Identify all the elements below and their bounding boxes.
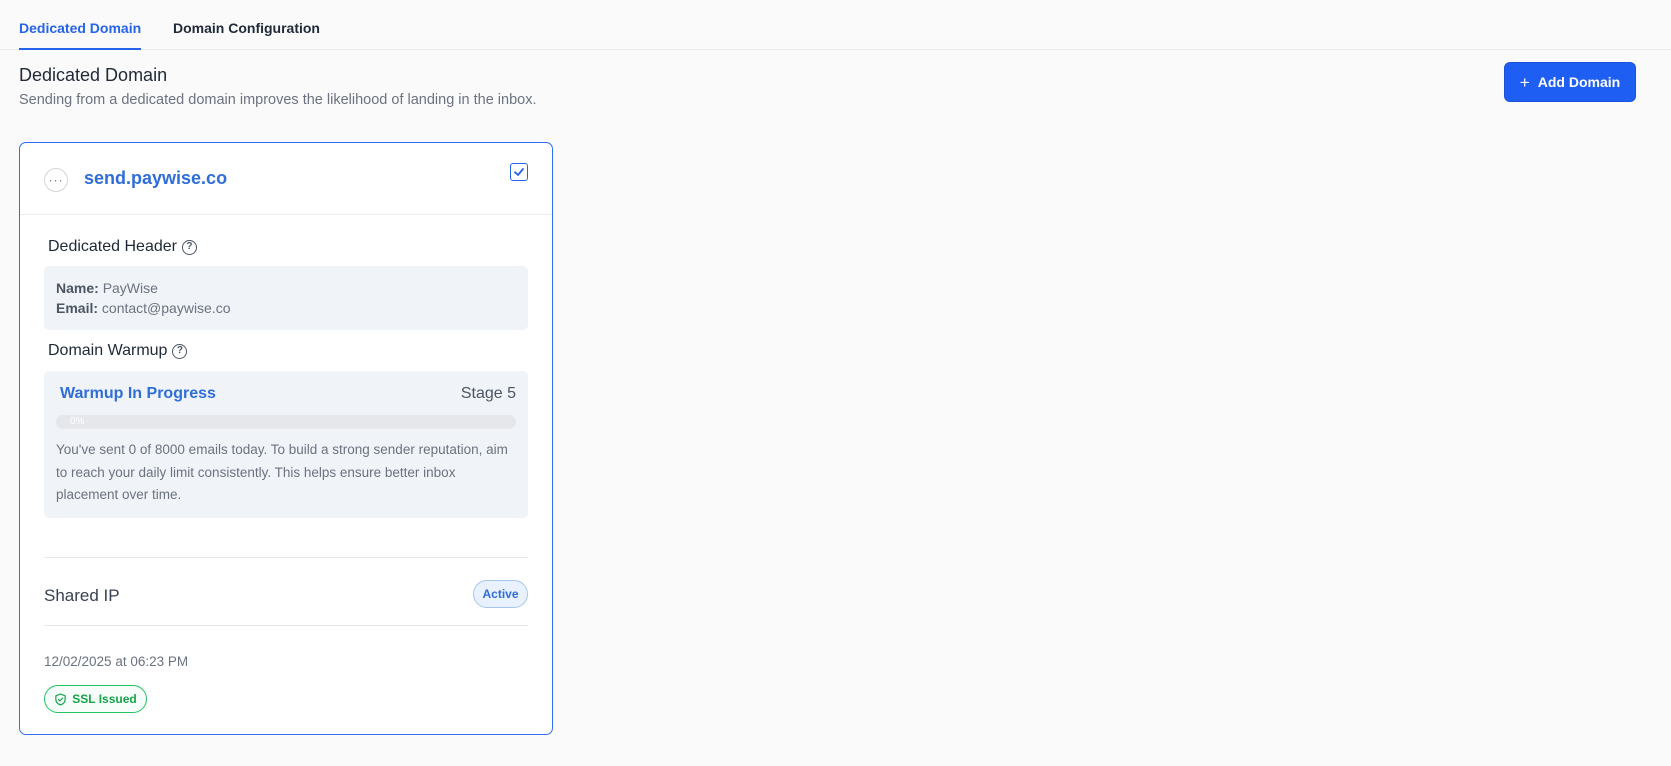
warmup-progress-bar: 0% xyxy=(56,415,516,429)
dedicated-header-heading: Dedicated Header ? xyxy=(48,238,197,256)
sender-name-row: Name: PayWise xyxy=(56,278,516,298)
plus-icon: + xyxy=(1519,72,1530,92)
help-icon[interactable]: ? xyxy=(181,239,197,255)
status-badge: Active xyxy=(473,580,528,608)
tab-bar: Dedicated Domain Domain Configuration xyxy=(0,0,1671,50)
sender-email-label: Email: xyxy=(56,300,99,316)
domain-warmup-heading: Domain Warmup ? xyxy=(48,342,188,360)
warmup-stage: Stage 5 xyxy=(460,385,516,402)
sender-name-value: PayWise xyxy=(102,280,158,296)
ip-type: Shared IP xyxy=(44,586,120,605)
domain-card-header: ··· send.paywise.co xyxy=(20,143,552,215)
add-domain-button[interactable]: + Add Domain xyxy=(1504,62,1636,102)
warmup-status: Warmup In Progress xyxy=(60,385,216,402)
sender-email-value: contact@paywise.co xyxy=(101,300,231,316)
dedicated-header-box: Name: PayWise Email: contact@paywise.co xyxy=(44,266,528,330)
page-title: Dedicated Domain xyxy=(19,65,168,85)
dedicated-header-label: Dedicated Header xyxy=(48,238,177,255)
ssl-status: SSL Issued xyxy=(72,692,137,706)
domain-warmup-label: Domain Warmup xyxy=(48,342,168,359)
shield-check-icon xyxy=(55,693,66,705)
more-options-icon[interactable]: ··· xyxy=(44,168,68,192)
page-subtitle: Sending from a dedicated domain improves… xyxy=(19,92,537,108)
tab-dedicated-domain[interactable]: Dedicated Domain xyxy=(19,20,142,50)
ssl-badge: SSL Issued xyxy=(44,685,147,713)
sender-name-label: Name: xyxy=(56,280,99,296)
divider xyxy=(44,625,528,626)
domain-name[interactable]: send.paywise.co xyxy=(84,168,227,189)
tab-domain-configuration[interactable]: Domain Configuration xyxy=(173,20,320,48)
warmup-description: You've sent 0 of 8000 emails today. To b… xyxy=(56,442,508,502)
select-checkbox[interactable] xyxy=(510,163,528,181)
warmup-progress-text: 0% xyxy=(70,416,85,427)
add-domain-label: Add Domain xyxy=(1537,74,1621,90)
help-icon[interactable]: ? xyxy=(172,343,188,359)
divider xyxy=(44,557,528,558)
created-date: 12/02/2025 at 06:23 PM xyxy=(44,654,189,669)
checkmark-icon xyxy=(514,168,524,176)
domain-card: ··· send.paywise.co Dedicated Header ? N… xyxy=(19,142,553,735)
warmup-box: Warmup In Progress Stage 5 0% You've sen… xyxy=(44,371,528,518)
sender-email-row: Email: contact@paywise.co xyxy=(56,298,516,318)
